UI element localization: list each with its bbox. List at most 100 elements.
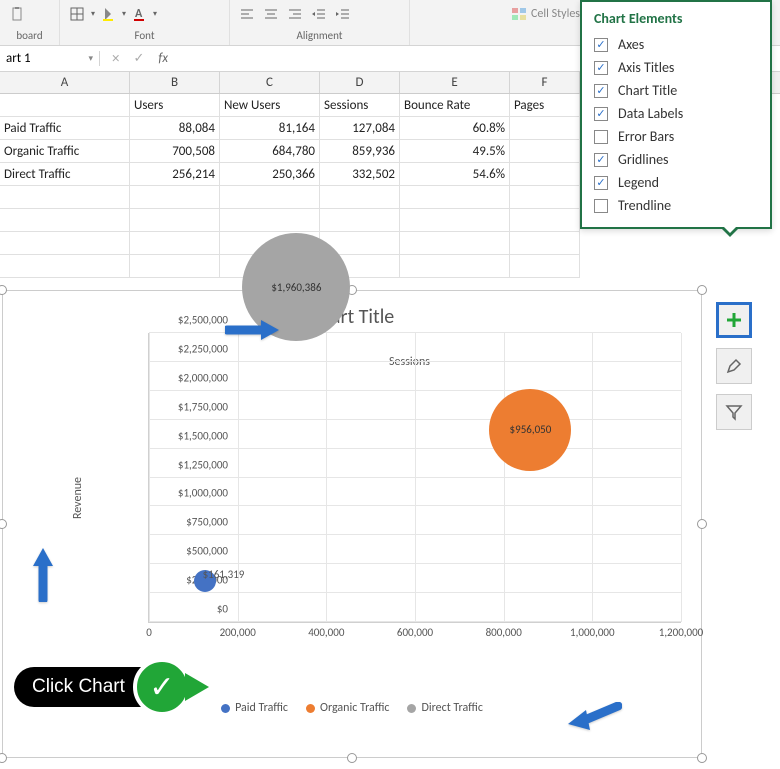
- cell[interactable]: [510, 255, 580, 278]
- cell[interactable]: [400, 232, 510, 255]
- font-color-icon[interactable]: A: [128, 3, 150, 25]
- cell[interactable]: 81,164: [220, 117, 320, 140]
- chevron-down-icon[interactable]: ▾: [122, 9, 126, 19]
- cell[interactable]: [510, 140, 580, 163]
- chevron-down-icon[interactable]: ▾: [91, 9, 95, 19]
- col-header[interactable]: A: [0, 72, 130, 93]
- resize-handle[interactable]: [347, 753, 357, 763]
- cell[interactable]: 700,508: [130, 140, 220, 163]
- resize-handle[interactable]: [0, 753, 7, 763]
- cell[interactable]: [0, 186, 130, 209]
- plot-area[interactable]: $0 $250,000 $500,000 $750,000 $1,000,000…: [148, 333, 681, 623]
- align-right-icon[interactable]: [284, 3, 306, 25]
- cell[interactable]: [400, 255, 510, 278]
- flyout-item[interactable]: Error Bars: [594, 125, 758, 148]
- cell[interactable]: New Users: [220, 94, 320, 117]
- cell[interactable]: 859,936: [320, 140, 400, 163]
- checkbox[interactable]: [594, 130, 608, 144]
- col-header[interactable]: E: [400, 72, 510, 93]
- col-header[interactable]: D: [320, 72, 400, 93]
- flyout-item[interactable]: ✓ Legend: [594, 171, 758, 194]
- cell[interactable]: [0, 255, 130, 278]
- cell[interactable]: 60.8%: [400, 117, 510, 140]
- flyout-item-label: Legend: [618, 174, 659, 191]
- cell[interactable]: [130, 209, 220, 232]
- cell-styles-button[interactable]: Cell Styles: [511, 6, 580, 22]
- y-axis-title[interactable]: Revenue: [71, 477, 85, 519]
- cell[interactable]: [220, 209, 320, 232]
- col-header[interactable]: F: [510, 72, 580, 93]
- x-tick: 200,000: [220, 622, 256, 639]
- resize-handle[interactable]: [697, 753, 707, 763]
- cell[interactable]: [0, 209, 130, 232]
- cell[interactable]: 54.6%: [400, 163, 510, 186]
- cell[interactable]: 256,214: [130, 163, 220, 186]
- indent-increase-icon[interactable]: [332, 3, 354, 25]
- align-center-icon[interactable]: [260, 3, 282, 25]
- flyout-item[interactable]: ✓Data Labels: [594, 102, 758, 125]
- flyout-item[interactable]: ✓Gridlines: [594, 148, 758, 171]
- cell[interactable]: Paid Traffic: [0, 117, 130, 140]
- cell[interactable]: Direct Traffic: [0, 163, 130, 186]
- cell[interactable]: [400, 186, 510, 209]
- cell[interactable]: Users: [130, 94, 220, 117]
- flyout-item[interactable]: ✓Axis Titles: [594, 56, 758, 79]
- name-box[interactable]: art 1 ▾: [0, 51, 100, 66]
- chart-filters-button[interactable]: [716, 394, 752, 430]
- checkbox[interactable]: [594, 199, 608, 213]
- checkbox[interactable]: ✓: [594, 61, 608, 75]
- cell[interactable]: 332,502: [320, 163, 400, 186]
- border-icon[interactable]: [66, 3, 88, 25]
- cell[interactable]: [510, 232, 580, 255]
- checkbox[interactable]: ✓: [594, 38, 608, 52]
- cell[interactable]: 88,084: [130, 117, 220, 140]
- cell[interactable]: [400, 209, 510, 232]
- confirm-icon[interactable]: ✓: [133, 51, 144, 66]
- cell[interactable]: Bounce Rate: [400, 94, 510, 117]
- cell[interactable]: [320, 209, 400, 232]
- cell[interactable]: Organic Traffic: [0, 140, 130, 163]
- flyout-item[interactable]: ✓Chart Title: [594, 79, 758, 102]
- cell[interactable]: [510, 209, 580, 232]
- cell[interactable]: [320, 186, 400, 209]
- fx-label[interactable]: fx: [158, 51, 168, 66]
- cell[interactable]: 250,366: [220, 163, 320, 186]
- clipboard-icon[interactable]: [6, 3, 28, 25]
- cell[interactable]: 49.5%: [400, 140, 510, 163]
- chevron-down-icon[interactable]: ▾: [153, 9, 157, 19]
- col-header[interactable]: B: [130, 72, 220, 93]
- indent-decrease-icon[interactable]: [308, 3, 330, 25]
- flyout-item[interactable]: Trendline: [594, 194, 758, 217]
- chart-title[interactable]: Chart Title: [3, 291, 701, 333]
- bubble-organic-traffic[interactable]: $956,050: [489, 389, 571, 471]
- flyout-item[interactable]: ✓Axes: [594, 33, 758, 56]
- legend-item[interactable]: Direct Traffic: [407, 701, 482, 715]
- cell[interactable]: [130, 255, 220, 278]
- checkbox[interactable]: ✓: [594, 153, 608, 167]
- cell[interactable]: [0, 94, 130, 117]
- resize-handle[interactable]: [0, 519, 7, 529]
- cell[interactable]: 684,780: [220, 140, 320, 163]
- cell[interactable]: [510, 117, 580, 140]
- col-header[interactable]: C: [220, 72, 320, 93]
- cell[interactable]: [510, 186, 580, 209]
- cell[interactable]: [130, 232, 220, 255]
- chart-elements-button[interactable]: [716, 302, 752, 338]
- cell[interactable]: Sessions: [320, 94, 400, 117]
- cell[interactable]: [510, 163, 580, 186]
- cell[interactable]: 127,084: [320, 117, 400, 140]
- cell[interactable]: [220, 186, 320, 209]
- legend-item[interactable]: Organic Traffic: [306, 701, 389, 715]
- chevron-down-icon[interactable]: ▾: [88, 53, 93, 64]
- checkbox[interactable]: ✓: [594, 84, 608, 98]
- cancel-icon[interactable]: ×: [112, 50, 119, 68]
- cell[interactable]: [0, 232, 130, 255]
- checkbox[interactable]: ✓: [594, 176, 608, 190]
- fill-color-icon[interactable]: [97, 3, 119, 25]
- legend-item[interactable]: Paid Traffic: [221, 701, 288, 715]
- cell[interactable]: [130, 186, 220, 209]
- checkbox[interactable]: ✓: [594, 107, 608, 121]
- align-left-icon[interactable]: [236, 3, 258, 25]
- chart-styles-button[interactable]: [716, 348, 752, 384]
- cell[interactable]: Pages: [510, 94, 580, 117]
